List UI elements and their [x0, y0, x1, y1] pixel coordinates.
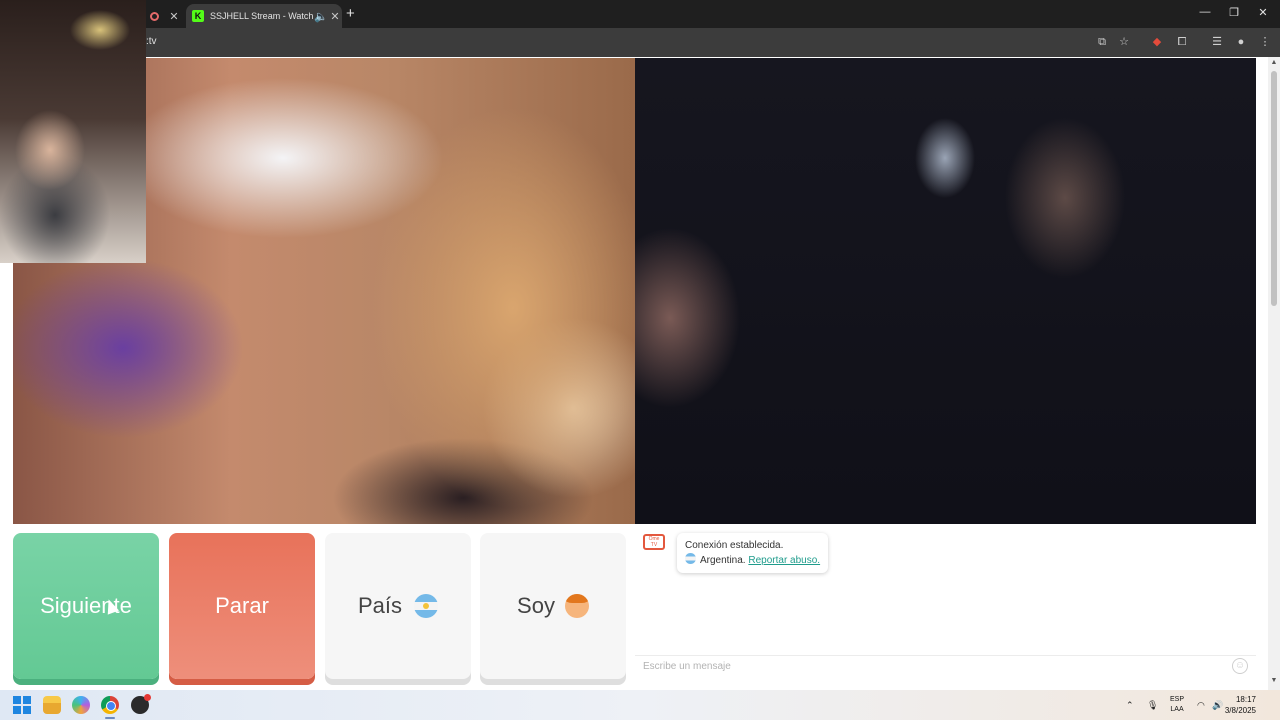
new-tab-button[interactable]: +: [346, 5, 355, 22]
streamer-webcam-overlay: [0, 0, 146, 263]
obs-icon[interactable]: [131, 694, 151, 714]
kick-favicon-icon: K: [192, 10, 204, 22]
bookmark-star-icon[interactable]: ☆: [1117, 35, 1131, 49]
boy-emoji-icon: [564, 594, 589, 618]
profile-avatar-icon[interactable]: ●: [1234, 35, 1248, 49]
argentina-flag-icon: [414, 594, 439, 618]
close-tab-icon[interactable]: ✕: [328, 10, 342, 23]
browser-toolbar: :tv ⧉ ☆ ◆ ⧠ ☰ ● ⋮: [0, 28, 1280, 57]
country-line: Argentina. Reportar abuso.: [685, 553, 820, 568]
extension-icon[interactable]: ◆: [1150, 35, 1164, 49]
menu-kebab-icon[interactable]: ⋮: [1258, 35, 1272, 49]
message-input[interactable]: Escribe un mensaje: [635, 655, 1256, 679]
argentina-flag-icon: [685, 553, 696, 564]
file-explorer-icon[interactable]: [43, 696, 61, 714]
country-button-label: País: [357, 593, 403, 618]
stop-button-label: Parar: [215, 593, 269, 618]
next-button-label: Siguiente: [40, 593, 132, 618]
ometv-page: Siguiente Parar País Soy Ome TV Conexión…: [0, 57, 1280, 690]
tab-strip: ✕ K SSJHELL Stream - Watch Li 🔈 ✕ + — ❐ …: [0, 0, 1280, 28]
scroll-thumb[interactable]: [1271, 71, 1277, 306]
keyboard-language[interactable]: ESP LAA: [1170, 695, 1184, 715]
minimize-icon[interactable]: —: [1190, 6, 1220, 18]
chrome-icon[interactable]: [101, 696, 119, 714]
clock-time: 18:17: [1235, 695, 1256, 704]
close-window-icon[interactable]: ✕: [1248, 6, 1278, 19]
tab-title: SSJHELL Stream - Watch Li: [210, 11, 314, 21]
start-windows-icon[interactable]: [13, 696, 31, 714]
ometv-logo-icon: Ome TV: [643, 534, 665, 550]
stop-button[interactable]: Parar: [169, 533, 315, 679]
windows-taskbar: ⌃ 🎙 ESP LAA ◠ 🔊 18:17 3/8/2025: [0, 690, 1280, 720]
media-controls-icon[interactable]: ☰: [1210, 35, 1224, 49]
next-button[interactable]: Siguiente: [13, 533, 159, 679]
country-name: Argentina.: [700, 555, 746, 566]
chat-panel: Ome TV Conexión establecida. Argentina. …: [635, 524, 1256, 679]
speaker-icon[interactable]: 🔈: [314, 10, 328, 23]
extensions-puzzle-icon[interactable]: ⧠: [1175, 35, 1189, 49]
wifi-icon[interactable]: ◠: [1197, 690, 1205, 720]
tab-recording[interactable]: ✕: [146, 4, 184, 28]
lang-code: ESP: [1170, 696, 1185, 703]
scroll-up-icon[interactable]: ▲: [1270, 59, 1278, 66]
volume-icon[interactable]: 🔊: [1212, 690, 1223, 720]
self-video: [635, 58, 1256, 524]
page-scrollbar[interactable]: ▲ ▼: [1268, 57, 1280, 690]
connection-status: Conexión establecida.: [685, 540, 784, 551]
scroll-down-icon[interactable]: ▼: [1270, 677, 1278, 684]
gender-button[interactable]: Soy: [480, 533, 626, 679]
close-tab-icon[interactable]: ✕: [167, 10, 181, 23]
active-app-indicator: [105, 717, 115, 719]
system-message: Conexión establecida. Argentina. Reporta…: [677, 533, 829, 573]
copilot-icon[interactable]: [72, 696, 90, 714]
gender-button-label: Soy: [517, 593, 555, 618]
microphone-icon[interactable]: 🎙: [1147, 690, 1158, 720]
report-abuse-link[interactable]: Reportar abuso.: [748, 555, 820, 566]
lang-layout: LAA: [1170, 706, 1184, 713]
clock-date: 3/8/2025: [1224, 706, 1256, 715]
tab-stream[interactable]: K SSJHELL Stream - Watch Li 🔈 ✕: [186, 4, 342, 28]
address-bar[interactable]: :tv: [146, 36, 157, 47]
restore-icon[interactable]: ❐: [1219, 6, 1249, 19]
system-clock[interactable]: 18:17 3/8/2025: [1225, 694, 1256, 716]
tray-chevron-icon[interactable]: ⌃: [1126, 690, 1134, 720]
country-button[interactable]: País: [325, 533, 471, 679]
install-app-icon[interactable]: ⧉: [1095, 35, 1109, 49]
emoji-icon[interactable]: ☺: [1232, 658, 1248, 674]
recording-icon: [150, 11, 159, 21]
